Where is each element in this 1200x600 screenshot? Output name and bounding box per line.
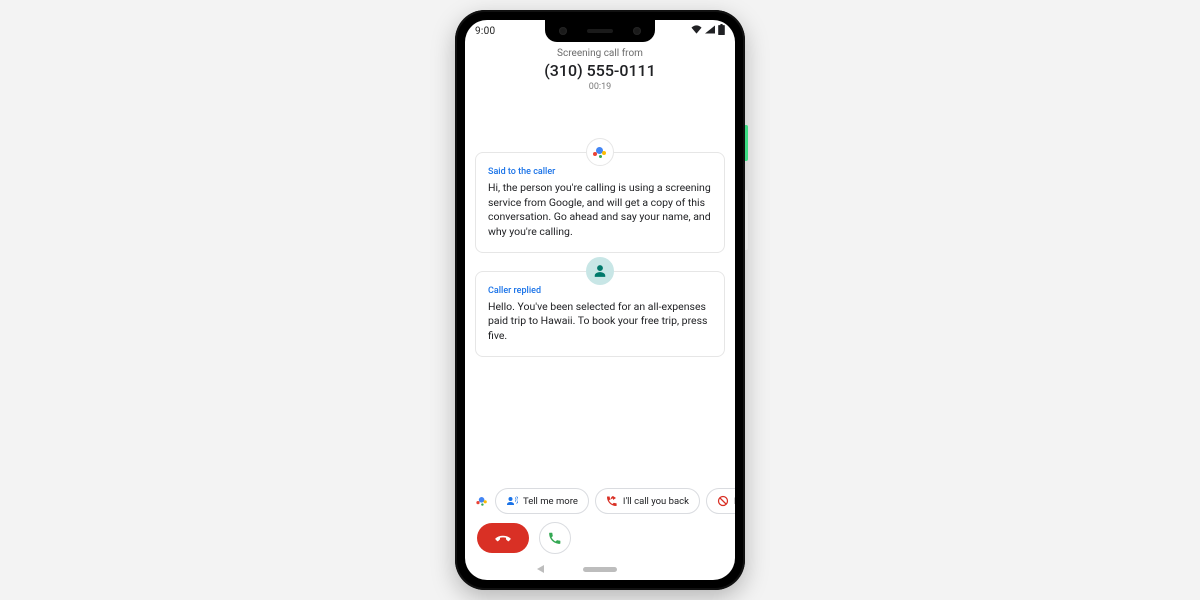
back-icon[interactable] xyxy=(537,565,544,573)
caller-card-body: Hello. You've been selected for an all-e… xyxy=(488,300,712,344)
hangup-button[interactable] xyxy=(477,523,529,553)
caller-message: Caller replied Hello. You've been select… xyxy=(475,271,725,357)
front-camera-icon xyxy=(633,27,641,35)
chip-report-spam[interactable]: R xyxy=(706,488,735,514)
earpiece-speaker xyxy=(587,29,613,33)
pickup-button[interactable] xyxy=(539,522,571,554)
google-assistant-dots-icon xyxy=(593,145,607,159)
assistant-chip-lead xyxy=(475,490,489,512)
assistant-message: Said to the caller Hi, the person you're… xyxy=(475,152,725,253)
assistant-card-label: Said to the caller xyxy=(488,167,712,177)
status-time: 9:00 xyxy=(475,26,545,37)
status-indicators xyxy=(655,24,725,38)
volume-button xyxy=(745,190,748,250)
person-icon xyxy=(593,264,607,278)
call-actions xyxy=(477,522,571,554)
phone-icon xyxy=(548,531,562,545)
callback-icon xyxy=(606,495,618,507)
response-chips-row: Tell me more I'll call you back R xyxy=(475,488,735,514)
chip-label: I'll call you back xyxy=(623,496,689,507)
power-button xyxy=(745,125,748,161)
chip-label: R xyxy=(734,496,735,507)
stage: 9:00 Screening call from (310) 555-0111 xyxy=(0,0,1200,600)
hangup-icon xyxy=(494,529,512,547)
cellular-signal-icon xyxy=(705,25,715,37)
phone-screen: 9:00 Screening call from (310) 555-0111 xyxy=(465,20,735,580)
front-camera-icon xyxy=(559,27,567,35)
display-notch xyxy=(545,20,655,42)
screening-label: Screening call from xyxy=(465,48,735,59)
chip-tell-me-more[interactable]: Tell me more xyxy=(495,488,589,514)
wifi-icon xyxy=(691,25,702,37)
caller-number: (310) 555-0111 xyxy=(465,61,735,80)
chip-call-back[interactable]: I'll call you back xyxy=(595,488,700,514)
transcript-area: Said to the caller Hi, the person you're… xyxy=(465,152,735,357)
block-icon xyxy=(717,495,729,507)
caller-card-label: Caller replied xyxy=(488,286,712,296)
call-duration: 00:19 xyxy=(465,82,735,92)
assistant-card: Said to the caller Hi, the person you're… xyxy=(475,152,725,253)
phone-frame: 9:00 Screening call from (310) 555-0111 xyxy=(455,10,745,590)
chip-label: Tell me more xyxy=(523,496,578,507)
caller-icon xyxy=(586,257,614,285)
assistant-icon xyxy=(586,138,614,166)
battery-icon xyxy=(718,24,725,38)
call-header: Screening call from (310) 555-0111 00:19 xyxy=(465,48,735,92)
person-voice-icon xyxy=(506,495,518,507)
google-assistant-dots-icon xyxy=(476,495,487,506)
android-nav-bar xyxy=(465,560,735,578)
assistant-card-body: Hi, the person you're calling is using a… xyxy=(488,181,712,240)
home-pill-icon[interactable] xyxy=(583,567,617,572)
